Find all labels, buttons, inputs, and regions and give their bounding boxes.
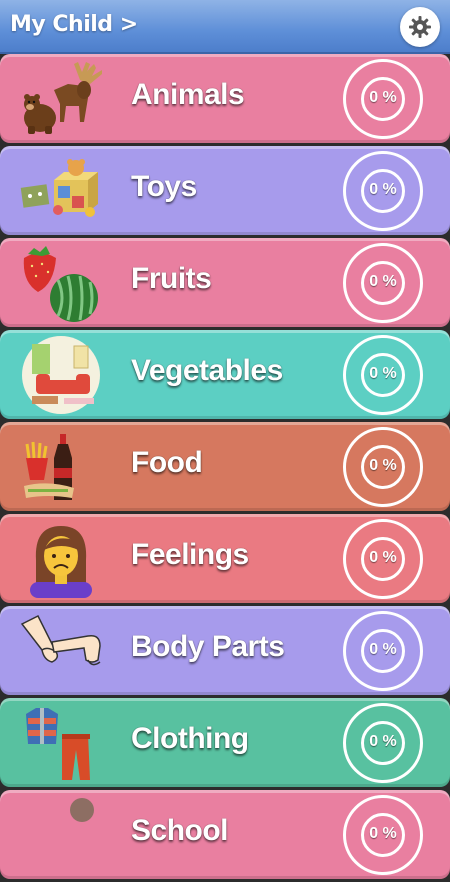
category-label: Vegetables: [131, 354, 283, 387]
progress-ring: 0 %: [343, 703, 423, 783]
progress-ring: 0 %: [343, 59, 423, 139]
category-row-fruits[interactable]: Fruits 0 %: [0, 238, 450, 327]
category-row-vegetables[interactable]: Vegetables 0 %: [0, 330, 450, 419]
progress-ring: 0 %: [343, 519, 423, 599]
category-row-clothing[interactable]: Clothing 0 %: [0, 698, 450, 787]
progress-percent: 0 %: [369, 273, 397, 290]
gear-icon: [409, 16, 431, 38]
fruits-icon: [23, 246, 98, 322]
progress-percent: 0 %: [369, 457, 397, 474]
category-row-school[interactable]: School 0 %: [0, 790, 450, 879]
category-label: Toys: [131, 170, 197, 203]
category-row-feelings[interactable]: Feelings 0 %: [0, 514, 450, 603]
progress-percent: 0 %: [369, 733, 397, 750]
breadcrumb-my-child[interactable]: My Child >: [10, 12, 138, 37]
settings-button[interactable]: [400, 7, 440, 47]
category-row-animals[interactable]: Animals 0 %: [0, 54, 450, 143]
category-label: Fruits: [131, 262, 212, 295]
category-label: Clothing: [131, 722, 249, 755]
progress-percent: 0 %: [369, 549, 397, 566]
category-row-toys[interactable]: Toys 0 %: [0, 146, 450, 235]
category-label: Feelings: [131, 538, 249, 571]
vegetables-icon: [22, 336, 100, 414]
progress-percent: 0 %: [369, 825, 397, 842]
category-label: Animals: [131, 78, 245, 111]
category-label: Body Parts: [131, 630, 285, 663]
toys-icon: [20, 159, 98, 217]
progress-ring: 0 %: [343, 151, 423, 231]
app-header: My Child >: [0, 0, 450, 54]
progress-ring: 0 %: [343, 795, 423, 875]
category-label: School: [131, 814, 229, 847]
category-row-body-parts[interactable]: Body Parts 0 %: [0, 606, 450, 695]
progress-percent: 0 %: [369, 641, 397, 658]
food-icon: [24, 434, 74, 500]
category-list: Animals 0 % Toys 0 % Fruits 0 % Vegetabl…: [0, 54, 450, 882]
progress-percent: 0 %: [369, 89, 397, 106]
category-row-food[interactable]: Food 0 %: [0, 422, 450, 511]
progress-ring: 0 %: [343, 243, 423, 323]
school-icon: [70, 798, 94, 822]
progress-percent: 0 %: [369, 365, 397, 382]
progress-ring: 0 %: [343, 611, 423, 691]
progress-ring: 0 %: [343, 335, 423, 415]
feelings-icon: [30, 526, 92, 598]
progress-ring: 0 %: [343, 427, 423, 507]
category-label: Food: [131, 446, 203, 479]
progress-percent: 0 %: [369, 181, 397, 198]
clothing-icon: [26, 708, 90, 780]
animals-icon: [24, 62, 102, 134]
body-parts-icon: [20, 614, 101, 666]
